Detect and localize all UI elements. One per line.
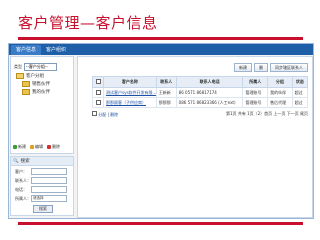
select-all-header — [92, 76, 104, 88]
tree-node-label: 销售伙伴 — [32, 82, 50, 87]
table-cell: 管理账号 — [242, 97, 269, 108]
search-header: 🔍 搜索 — [11, 157, 73, 166]
search-field-phone: 电话： — [15, 186, 73, 193]
table-header-row: 客户名称 联系人 联系人电话 所属人 分组 状态 — [92, 76, 309, 88]
assign-link[interactable]: 分配 — [98, 112, 106, 117]
slide-title: 客户管理—客户信息 — [18, 14, 158, 32]
tree-node-root[interactable]: 客户分组 — [16, 73, 73, 79]
row-checkbox[interactable] — [95, 99, 101, 105]
owner-select[interactable]: 请选择 — [31, 195, 67, 202]
contact-input[interactable] — [31, 177, 67, 184]
customer-name-link[interactable]: 测试客户sys软件开发有限... — [103, 87, 157, 98]
column-header[interactable]: 分组 — [267, 76, 293, 88]
column-header[interactable]: 联系人 — [155, 76, 177, 88]
table-cell: 那那那 — [155, 97, 177, 108]
table-cell: 超过 — [291, 87, 309, 98]
edit-icon — [30, 145, 34, 149]
customer-input[interactable] — [31, 168, 67, 175]
search-field-contact: 联系人： — [15, 177, 73, 184]
phone-input[interactable] — [31, 186, 67, 193]
field-label: 电话： — [15, 186, 27, 192]
tab-bar: 客户信息 客户组织 — [9, 44, 313, 55]
tree-node-sales-partner[interactable]: 销售伙伴 — [22, 81, 73, 87]
app-window: 客户信息 客户组织 类型 --客户分组-- 客户分组 销售伙伴 我的伙伴 新建 — [8, 43, 314, 219]
tree-actions: 新建 编辑 删除 — [13, 144, 60, 150]
column-header[interactable]: 联系人电话 — [175, 76, 244, 88]
tree-node-label: 客户分组 — [26, 74, 44, 79]
table-row[interactable]: 那那顾客（子供应商） 那那那 086 571 86823366 (人工ext) … — [92, 97, 309, 108]
tree-filter-row: 类型 --客户分组-- — [14, 63, 73, 71]
search-panel: 🔍 搜索 客户： 联系人： 电话： 所属人： 请选择 搜索 — [10, 156, 74, 216]
column-header[interactable]: 状态 — [291, 76, 309, 88]
delete-button[interactable]: 删 — [254, 63, 268, 72]
add-icon — [13, 145, 17, 149]
search-field-customer: 客户： — [15, 168, 73, 175]
list-toolbar: 新建 删 同步辖区联系人 — [234, 63, 308, 72]
left-column: 类型 --客户分组-- 客户分组 销售伙伴 我的伙伴 新建 编辑 删除 🔍 搜索… — [10, 56, 74, 216]
tree-node-my-partner[interactable]: 我的伙伴 — [22, 89, 73, 95]
new-button[interactable]: 新建 — [234, 63, 252, 72]
table-cell: 售后代理 — [267, 97, 293, 108]
table-cell: 086 571 86823366 (人工ext) — [175, 97, 244, 108]
group-tree-panel: 类型 --客户分组-- 客户分组 销售伙伴 我的伙伴 新建 编辑 删除 — [10, 56, 74, 154]
tree-delete-button[interactable]: 删除 — [47, 144, 60, 150]
field-label: 客户： — [15, 168, 27, 174]
tree-new-button[interactable]: 新建 — [13, 144, 26, 150]
search-heading: 搜索 — [20, 159, 30, 164]
row-checkbox-cell — [92, 97, 104, 108]
row-checkbox-cell — [92, 87, 104, 98]
tree-filter-select[interactable]: --客户分组-- — [24, 63, 57, 71]
tree-filter-label: 类型 — [14, 64, 22, 69]
field-label: 联系人： — [15, 177, 31, 183]
tree-delete-label: 删除 — [52, 144, 60, 149]
pagination-bar: 分配 | 删除 第1页 共有 1页（2）首页 上一页 下一页 尾页 — [92, 111, 308, 118]
customer-list-panel: 新建 删 同步辖区联系人 客户名称 联系人 联系人电话 所属人 分组 状态 测试… — [77, 56, 313, 218]
column-header[interactable]: 所属人 — [242, 76, 269, 88]
table-cell: 王新新 — [155, 87, 177, 98]
table-cell: 管理账号 — [242, 87, 269, 98]
tab-customer-org[interactable]: 客户组织 — [41, 45, 71, 55]
table-cell: 我的伙伴 — [267, 87, 293, 98]
tree-node-label: 我的伙伴 — [32, 90, 50, 95]
folder-icon — [22, 81, 30, 87]
customer-table: 客户名称 联系人 联系人电话 所属人 分组 状态 测试客户sys软件开发有限..… — [92, 76, 309, 108]
tree-edit-label: 编辑 — [35, 144, 43, 149]
folder-icon — [22, 89, 30, 95]
tree-edit-button[interactable]: 编辑 — [30, 144, 43, 150]
tree-new-label: 新建 — [18, 144, 26, 149]
bulk-actions: 分配 | 删除 — [92, 111, 118, 118]
table-cell: 超过 — [291, 97, 309, 108]
row-checkbox[interactable] — [95, 89, 101, 95]
tab-customer-info[interactable]: 客户信息 — [11, 45, 42, 55]
column-header[interactable]: 客户名称 — [103, 76, 157, 88]
title-underline — [18, 37, 303, 40]
page-navigation[interactable]: 第1页 共有 1页（2）首页 上一页 下一页 尾页 — [226, 111, 308, 118]
search-icon: 🔍 — [13, 158, 19, 164]
search-field-owner: 所属人： 请选择 — [15, 195, 73, 202]
customer-name-link[interactable]: 那那顾客（子供应商） — [103, 97, 157, 108]
delete-icon — [47, 145, 51, 149]
select-all-checkbox[interactable] — [95, 79, 101, 84]
field-label: 所属人： — [15, 195, 31, 201]
slide-bottom-line — [18, 222, 303, 225]
delete-link[interactable]: 删除 — [110, 112, 118, 117]
search-button[interactable]: 搜索 — [33, 205, 53, 213]
sync-contacts-button[interactable]: 同步辖区联系人 — [270, 63, 308, 72]
bulk-select-checkbox[interactable] — [92, 111, 97, 116]
folder-open-icon — [16, 73, 24, 79]
table-cell: 86 0571 86817174 — [175, 87, 244, 98]
table-row[interactable]: 测试客户sys软件开发有限... 王新新 86 0571 86817174 管理… — [92, 87, 309, 98]
